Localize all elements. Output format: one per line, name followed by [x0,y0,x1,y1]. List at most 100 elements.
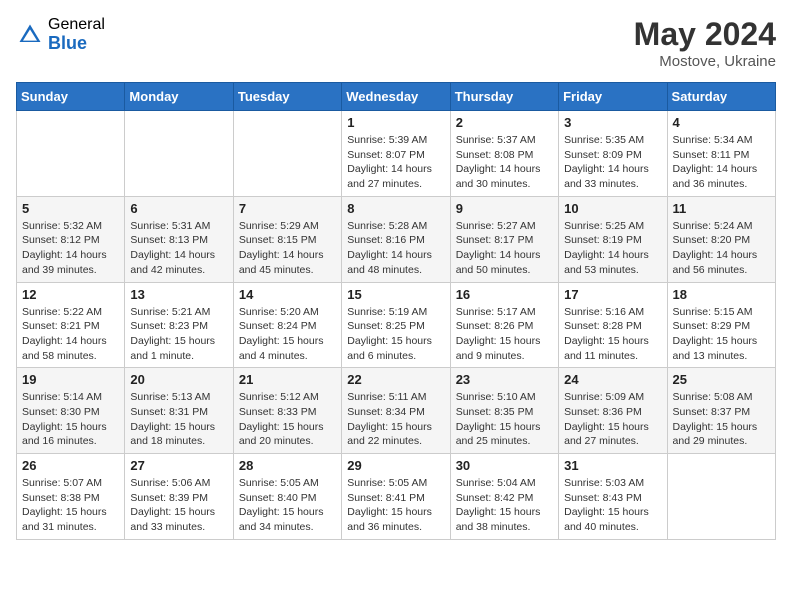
calendar-cell: 23 Sunrise: 5:10 AM Sunset: 8:35 PM Dayli… [450,368,558,454]
day-number: 7 [239,201,336,216]
day-number: 18 [673,287,770,302]
day-number: 21 [239,372,336,387]
day-number: 8 [347,201,444,216]
day-number: 25 [673,372,770,387]
day-header: Wednesday [342,83,450,111]
day-info: Sunrise: 5:24 AM Sunset: 8:20 PM Dayligh… [673,219,770,278]
calendar-cell: 14 Sunrise: 5:20 AM Sunset: 8:24 PM Dayli… [233,282,341,368]
day-number: 16 [456,287,553,302]
day-number: 14 [239,287,336,302]
day-header: Sunday [17,83,125,111]
calendar-cell: 11 Sunrise: 5:24 AM Sunset: 8:20 PM Dayli… [667,196,775,282]
day-info: Sunrise: 5:31 AM Sunset: 8:13 PM Dayligh… [130,219,227,278]
day-info: Sunrise: 5:05 AM Sunset: 8:40 PM Dayligh… [239,476,336,535]
day-number: 12 [22,287,119,302]
day-number: 13 [130,287,227,302]
day-info: Sunrise: 5:16 AM Sunset: 8:28 PM Dayligh… [564,305,661,364]
page-header: General Blue May 2024 Mostove, Ukraine [16,16,776,70]
logo-text: General Blue [48,16,105,53]
calendar-header-row: SundayMondayTuesdayWednesdayThursdayFrid… [17,83,776,111]
day-info: Sunrise: 5:28 AM Sunset: 8:16 PM Dayligh… [347,219,444,278]
day-number: 2 [456,115,553,130]
day-number: 20 [130,372,227,387]
day-info: Sunrise: 5:22 AM Sunset: 8:21 PM Dayligh… [22,305,119,364]
calendar-cell: 9 Sunrise: 5:27 AM Sunset: 8:17 PM Daylig… [450,196,558,282]
calendar-cell: 1Sunrise: 5:39 AM Sunset: 8:07 PM Daylig… [342,111,450,197]
day-info: Sunrise: 5:17 AM Sunset: 8:26 PM Dayligh… [456,305,553,364]
calendar-cell [125,111,233,197]
day-info: Sunrise: 5:19 AM Sunset: 8:25 PM Dayligh… [347,305,444,364]
calendar-week-row: 5 Sunrise: 5:32 AM Sunset: 8:12 PM Daylig… [17,196,776,282]
calendar-cell: 13 Sunrise: 5:21 AM Sunset: 8:23 PM Dayli… [125,282,233,368]
day-number: 26 [22,458,119,473]
calendar-week-row: 1Sunrise: 5:39 AM Sunset: 8:07 PM Daylig… [17,111,776,197]
calendar-cell: 16 Sunrise: 5:17 AM Sunset: 8:26 PM Dayli… [450,282,558,368]
day-info: Sunrise: 5:05 AM Sunset: 8:41 PM Dayligh… [347,476,444,535]
calendar-cell: 19 Sunrise: 5:14 AM Sunset: 8:30 PM Dayli… [17,368,125,454]
calendar-cell: 3Sunrise: 5:35 AM Sunset: 8:09 PM Daylig… [559,111,667,197]
calendar-cell: 26 Sunrise: 5:07 AM Sunset: 8:38 PM Dayli… [17,454,125,540]
day-info: Sunrise: 5:15 AM Sunset: 8:29 PM Dayligh… [673,305,770,364]
day-number: 23 [456,372,553,387]
logo-general: General [48,16,105,34]
day-info: Sunrise: 5:03 AM Sunset: 8:43 PM Dayligh… [564,476,661,535]
day-number: 5 [22,201,119,216]
day-number: 6 [130,201,227,216]
calendar-cell: 5 Sunrise: 5:32 AM Sunset: 8:12 PM Daylig… [17,196,125,282]
day-header: Friday [559,83,667,111]
day-number: 29 [347,458,444,473]
logo-icon [16,21,44,49]
day-info: Sunrise: 5:32 AM Sunset: 8:12 PM Dayligh… [22,219,119,278]
logo: General Blue [16,16,105,53]
calendar-cell [17,111,125,197]
day-info: Sunrise: 5:06 AM Sunset: 8:39 PM Dayligh… [130,476,227,535]
calendar-cell: 27 Sunrise: 5:06 AM Sunset: 8:39 PM Dayli… [125,454,233,540]
day-info: Sunrise: 5:07 AM Sunset: 8:38 PM Dayligh… [22,476,119,535]
calendar-cell [233,111,341,197]
day-info: Sunrise: 5:12 AM Sunset: 8:33 PM Dayligh… [239,390,336,449]
day-info: Sunrise: 5:27 AM Sunset: 8:17 PM Dayligh… [456,219,553,278]
month-year: May 2024 [634,16,776,53]
logo-blue: Blue [48,34,105,54]
day-number: 11 [673,201,770,216]
day-info: Sunrise: 5:34 AM Sunset: 8:11 PM Dayligh… [673,133,770,192]
day-info: Sunrise: 5:13 AM Sunset: 8:31 PM Dayligh… [130,390,227,449]
calendar-cell: 8 Sunrise: 5:28 AM Sunset: 8:16 PM Daylig… [342,196,450,282]
location: Mostove, Ukraine [634,53,776,70]
calendar-cell: 30Sunrise: 5:04 AM Sunset: 8:42 PM Dayli… [450,454,558,540]
day-header: Tuesday [233,83,341,111]
calendar-week-row: 19 Sunrise: 5:14 AM Sunset: 8:30 PM Dayli… [17,368,776,454]
calendar-table: SundayMondayTuesdayWednesdayThursdayFrid… [16,82,776,540]
day-info: Sunrise: 5:10 AM Sunset: 8:35 PM Dayligh… [456,390,553,449]
day-info: Sunrise: 5:14 AM Sunset: 8:30 PM Dayligh… [22,390,119,449]
calendar-cell: 18 Sunrise: 5:15 AM Sunset: 8:29 PM Dayli… [667,282,775,368]
calendar-cell: 6 Sunrise: 5:31 AM Sunset: 8:13 PM Daylig… [125,196,233,282]
day-info: Sunrise: 5:09 AM Sunset: 8:36 PM Dayligh… [564,390,661,449]
day-number: 24 [564,372,661,387]
day-number: 15 [347,287,444,302]
day-info: Sunrise: 5:08 AM Sunset: 8:37 PM Dayligh… [673,390,770,449]
day-number: 17 [564,287,661,302]
calendar-cell [667,454,775,540]
day-info: Sunrise: 5:21 AM Sunset: 8:23 PM Dayligh… [130,305,227,364]
calendar-cell: 28Sunrise: 5:05 AM Sunset: 8:40 PM Dayli… [233,454,341,540]
calendar-cell: 21 Sunrise: 5:12 AM Sunset: 8:33 PM Dayli… [233,368,341,454]
day-header: Saturday [667,83,775,111]
day-header: Thursday [450,83,558,111]
calendar-cell: 20 Sunrise: 5:13 AM Sunset: 8:31 PM Dayli… [125,368,233,454]
day-number: 27 [130,458,227,473]
calendar-cell: 25 Sunrise: 5:08 AM Sunset: 8:37 PM Dayli… [667,368,775,454]
day-number: 10 [564,201,661,216]
calendar-week-row: 26 Sunrise: 5:07 AM Sunset: 8:38 PM Dayli… [17,454,776,540]
day-info: Sunrise: 5:39 AM Sunset: 8:07 PM Dayligh… [347,133,444,192]
day-info: Sunrise: 5:37 AM Sunset: 8:08 PM Dayligh… [456,133,553,192]
day-number: 9 [456,201,553,216]
day-number: 30 [456,458,553,473]
day-number: 3 [564,115,661,130]
day-number: 19 [22,372,119,387]
calendar-cell: 4Sunrise: 5:34 AM Sunset: 8:11 PM Daylig… [667,111,775,197]
title-area: May 2024 Mostove, Ukraine [634,16,776,70]
day-info: Sunrise: 5:20 AM Sunset: 8:24 PM Dayligh… [239,305,336,364]
day-number: 31 [564,458,661,473]
day-info: Sunrise: 5:11 AM Sunset: 8:34 PM Dayligh… [347,390,444,449]
